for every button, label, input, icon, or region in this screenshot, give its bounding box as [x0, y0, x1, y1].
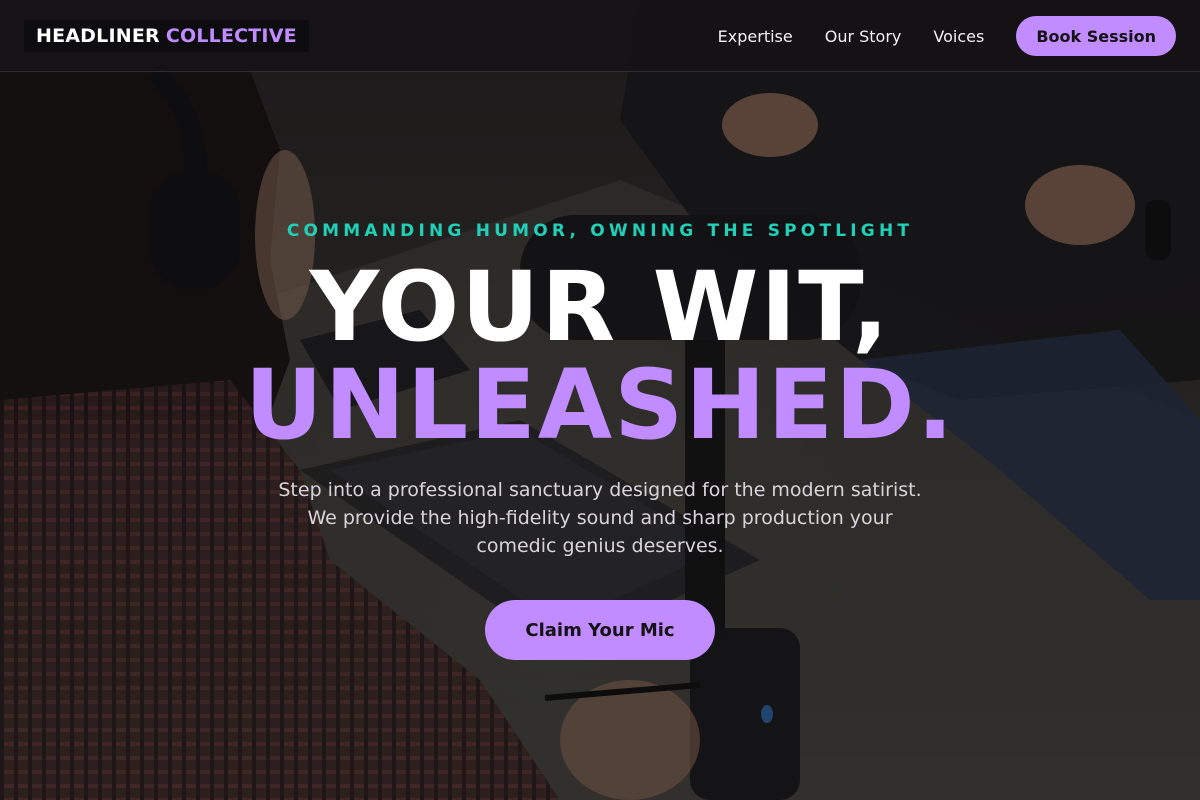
- hero-subtitle: Step into a professional sanctuary desig…: [278, 479, 922, 557]
- headline-line-1: YOUR WIT,: [309, 251, 891, 363]
- claim-mic-button[interactable]: Claim Your Mic: [485, 600, 715, 660]
- landing-page: HEADLINER COLLECTIVE Expertise Our Story…: [0, 0, 1200, 800]
- brand-name-primary: HEADLINER: [36, 25, 160, 47]
- nav-link-voices[interactable]: Voices: [933, 27, 984, 46]
- nav-link-expertise[interactable]: Expertise: [718, 27, 793, 46]
- hero-eyebrow: COMMANDING HUMOR, OWNING THE SPOTLIGHT: [286, 221, 914, 241]
- book-session-button[interactable]: Book Session: [1016, 16, 1176, 56]
- hero-headline: YOUR WIT, UNLEASHED.: [0, 258, 1200, 454]
- brand-logo[interactable]: HEADLINER COLLECTIVE: [24, 20, 309, 52]
- main-nav: Expertise Our Story Voices Book Session: [718, 16, 1176, 56]
- nav-link-our-story[interactable]: Our Story: [825, 27, 902, 46]
- hero-section: COMMANDING HUMOR, OWNING THE SPOTLIGHT Y…: [0, 72, 1200, 800]
- site-header: HEADLINER COLLECTIVE Expertise Our Story…: [0, 0, 1200, 72]
- brand-name-accent: COLLECTIVE: [165, 25, 297, 47]
- headline-line-2: UNLEASHED.: [244, 349, 956, 461]
